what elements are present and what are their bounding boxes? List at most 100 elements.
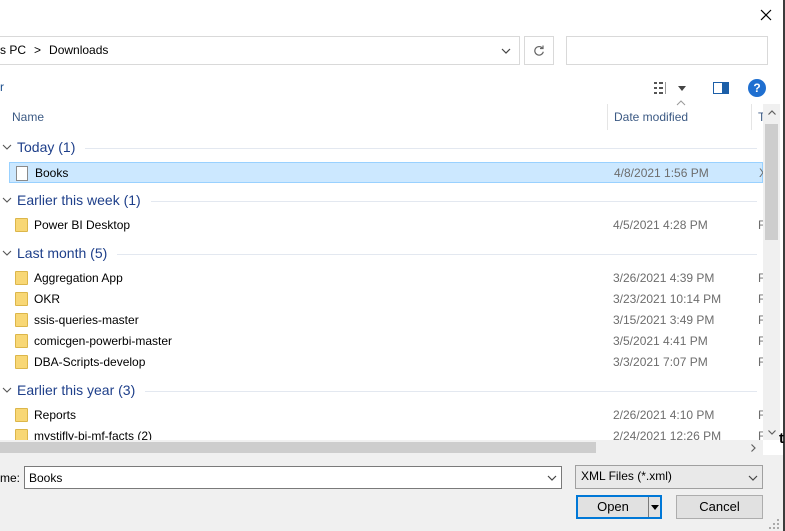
list-item[interactable]: Aggregation App 3/26/2021 4:39 PM F <box>9 268 763 289</box>
list-item[interactable]: comicgen-powerbi-master 3/5/2021 4:41 PM F <box>9 331 763 352</box>
file-name: Books <box>35 166 69 180</box>
file-name: comicgen-powerbi-master <box>34 334 173 348</box>
scroll-down-button[interactable] <box>763 424 780 440</box>
group-label: Today (1) <box>17 139 76 155</box>
folder-icon <box>15 355 28 369</box>
folder-icon <box>15 313 28 327</box>
file-list: Today (1)Books4/8/2021 1:56 PMXEarlier t… <box>0 134 763 440</box>
question-icon: ? <box>753 81 761 95</box>
list-item[interactable]: OKR 3/23/2021 10:14 PM F <box>9 289 763 310</box>
file-type-value: XML Files (*.xml) <box>581 469 672 483</box>
breadcrumb-downloads[interactable]: Downloads <box>49 43 108 57</box>
chevron-down-icon <box>767 429 776 435</box>
file-name: Aggregation App <box>34 271 123 285</box>
file-name: DBA-Scripts-develop <box>34 355 146 369</box>
group-divider <box>117 254 757 255</box>
column-header-date-modified[interactable]: Date modified <box>614 104 688 130</box>
file-date-modified: 2/26/2021 4:10 PM <box>613 408 715 422</box>
filename-label: me: <box>0 471 21 485</box>
chevron-right-icon <box>751 443 756 452</box>
help-button[interactable]: ? <box>748 79 766 97</box>
refresh-button[interactable] <box>524 36 554 65</box>
list-item[interactable]: ssis-queries-master 3/15/2021 3:49 PM F <box>9 310 763 331</box>
organize-menu[interactable]: r <box>0 80 4 94</box>
file-name: OKR <box>34 292 61 306</box>
chevron-right-icon[interactable]: > <box>34 43 41 57</box>
folder-icon <box>15 292 28 306</box>
file-date-modified: 3/15/2021 3:49 PM <box>613 313 715 327</box>
file-date-modified: 2/24/2021 12:26 PM <box>613 429 722 440</box>
list-item[interactable]: DBA-Scripts-develop 3/3/2021 7:07 PM F <box>9 352 763 373</box>
file-type-dropdown-button[interactable] <box>745 468 761 487</box>
group-header[interactable]: Today (1) <box>0 136 763 160</box>
close-button[interactable] <box>752 2 780 28</box>
address-history-button[interactable] <box>496 41 516 61</box>
scroll-up-button[interactable] <box>763 104 780 120</box>
column-divider[interactable] <box>607 104 608 130</box>
preview-pane-button[interactable] <box>710 78 732 98</box>
chevron-down-icon <box>2 197 12 203</box>
breadcrumb-this-pc[interactable]: s PC <box>0 43 26 57</box>
list-item[interactable]: Power BI Desktop 4/5/2021 4:28 PM F <box>9 215 763 236</box>
group-label: Last month (5) <box>17 245 108 261</box>
group-header[interactable]: Earlier this week (1) <box>0 189 763 213</box>
open-button[interactable]: Open <box>576 495 662 519</box>
list-item[interactable]: mystifly-bi-mf-facts (2) 2/24/2021 12:26 … <box>9 426 763 440</box>
change-view-button[interactable] <box>654 78 696 98</box>
filename-dropdown-button[interactable] <box>544 468 560 487</box>
cancel-button[interactable]: Cancel <box>676 495 763 519</box>
group-label: Earlier this year (3) <box>17 382 136 398</box>
list-item[interactable]: Reports 2/26/2021 4:10 PM F <box>9 405 763 426</box>
file-name: mystifly-bi-mf-facts (2) <box>34 429 152 440</box>
resize-grip-icon[interactable] <box>768 518 780 530</box>
chevron-down-icon <box>501 48 511 54</box>
group-label: Earlier this week (1) <box>17 192 141 208</box>
folder-icon <box>15 271 28 285</box>
breadcrumb: s PC > Downloads <box>0 43 108 59</box>
folder-icon <box>15 408 28 422</box>
file-name: ssis-queries-master <box>34 313 139 327</box>
column-header-name[interactable]: Name <box>12 104 44 130</box>
horizontal-scroll-thumb[interactable] <box>0 442 596 453</box>
chevron-down-icon <box>2 387 12 393</box>
column-header-row: Name Date modified T <box>0 104 765 130</box>
folder-icon <box>15 218 28 232</box>
background-text-fragment: t <box>779 430 784 447</box>
chevron-down-icon <box>2 144 12 150</box>
caret-down-icon <box>678 85 686 91</box>
close-icon <box>760 9 772 21</box>
file-date-modified: 3/26/2021 4:39 PM <box>613 271 715 285</box>
chevron-up-icon <box>767 109 776 115</box>
filename-input[interactable] <box>24 466 562 489</box>
file-date-modified: 3/3/2021 7:07 PM <box>613 355 708 369</box>
group-header[interactable]: Earlier this year (3) <box>0 379 763 403</box>
column-divider[interactable] <box>751 104 752 130</box>
title-bar <box>0 0 785 30</box>
preview-pane-icon <box>713 82 729 94</box>
file-name: Power BI Desktop <box>34 218 131 232</box>
sort-indicator-icon <box>676 100 686 106</box>
open-button-label: Open <box>597 499 629 514</box>
file-date-modified: 3/5/2021 4:41 PM <box>613 334 708 348</box>
group-divider <box>145 391 757 392</box>
search-input[interactable] <box>566 36 768 65</box>
file-type-select[interactable]: XML Files (*.xml) <box>575 465 763 489</box>
split-divider <box>648 497 649 517</box>
chevron-down-icon <box>2 250 12 256</box>
file-icon <box>16 166 28 181</box>
chevron-down-icon <box>748 475 758 481</box>
file-date-modified: 4/8/2021 1:56 PM <box>614 166 709 180</box>
folder-icon <box>15 334 28 348</box>
group-header[interactable]: Last month (5) <box>0 242 763 266</box>
chevron-down-icon <box>547 475 557 481</box>
scroll-right-button[interactable] <box>745 440 762 455</box>
list-item[interactable]: Books4/8/2021 1:56 PMX <box>9 162 763 183</box>
file-date-modified: 4/5/2021 4:28 PM <box>613 218 708 232</box>
folder-icon <box>15 429 28 440</box>
group-divider <box>85 148 757 149</box>
refresh-icon <box>534 45 544 56</box>
open-options-caret-icon[interactable] <box>651 503 659 511</box>
details-view-icon <box>654 82 666 94</box>
vertical-scroll-thumb[interactable] <box>765 124 778 240</box>
file-name: Reports <box>34 408 77 422</box>
